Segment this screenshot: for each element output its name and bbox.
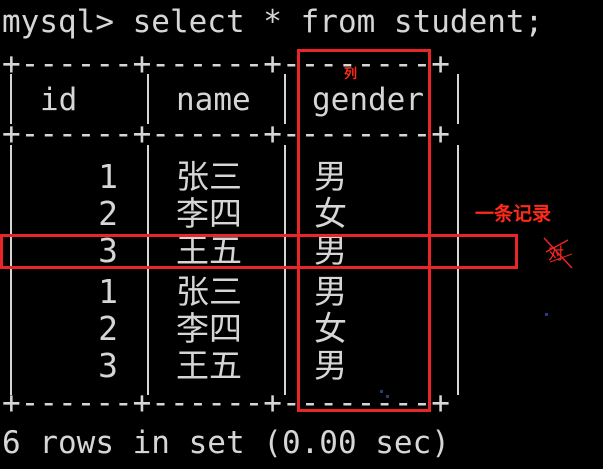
column-header-id: id: [40, 82, 78, 118]
cell-id: 2: [98, 309, 118, 348]
cell-name: 李四: [176, 194, 242, 233]
result-summary: 6 rows in set (0.00 sec): [2, 425, 450, 461]
artifact-dot: [545, 313, 548, 316]
cell-name: 王五: [176, 346, 242, 385]
header-right-bar: [457, 74, 459, 124]
column-header-name: name: [176, 82, 251, 118]
cell-id: 2: [98, 194, 118, 233]
cell-id: 1: [98, 272, 118, 311]
cell-id: 1: [98, 157, 118, 196]
cell-name: 李四: [176, 309, 242, 348]
artifact-dot: [386, 395, 389, 398]
body-right-bar: [457, 145, 459, 395]
column-highlight-box: [297, 49, 431, 412]
record-annotation-label: 一条记录: [475, 203, 552, 225]
column-annotation-label: 列: [344, 67, 358, 82]
command-line: mysql> select * from student;: [2, 4, 544, 40]
artifact-dot: [380, 390, 383, 393]
cell-id: 3: [98, 346, 118, 385]
record-highlight-box: [0, 234, 518, 269]
body-left-bar: [10, 145, 12, 395]
body-mid-bar-1: [147, 145, 149, 395]
body-mid-bar-2: [284, 145, 286, 395]
cell-name: 张三: [176, 272, 242, 311]
cell-name: 张三: [176, 157, 242, 196]
scribble-mark-icon: [543, 237, 573, 269]
